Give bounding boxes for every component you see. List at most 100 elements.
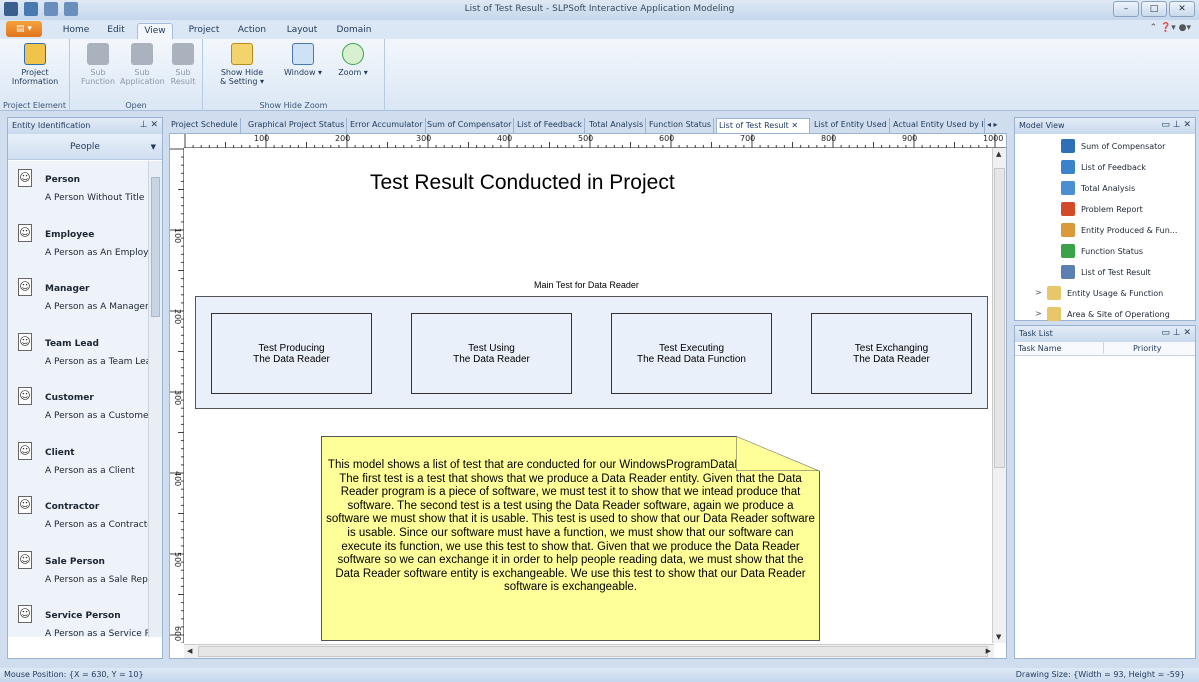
close-button[interactable]: ✕ (1169, 1, 1195, 17)
tree-item-function-status[interactable]: Function Status (1015, 241, 1195, 262)
person-icon: ☺ (18, 332, 32, 351)
tree-folder-area-site[interactable]: > Area & Site of Operationg (1015, 304, 1195, 325)
tab-action[interactable]: Action (234, 23, 270, 39)
ruler-label: 200 (173, 309, 182, 325)
entity-service-person[interactable]: ☺ Service Person A Person as a Service Re (8, 597, 156, 637)
project-information-button[interactable]: Project Information (8, 43, 62, 86)
panel-header: Entity Identification ⊥ ✕ (8, 118, 162, 134)
chevron-down-icon: ▼ (150, 143, 156, 151)
scroll-right-icon[interactable]: ▶ (986, 647, 991, 655)
entity-icon (1061, 223, 1075, 237)
sub-function-icon (87, 43, 109, 65)
tree-item-list-of-test-result[interactable]: List of Test Result (1015, 262, 1195, 283)
panel-title: Entity Identification (12, 121, 91, 130)
close-tab-icon[interactable]: ✕ (791, 121, 798, 130)
problem-icon (1061, 202, 1075, 216)
category-dropdown[interactable]: People ▼ (8, 134, 162, 160)
entity-team-lead[interactable]: ☺ Team Lead A Person as a Team Lead (8, 325, 156, 380)
ribbon-help-controls[interactable]: ⌃ ❓▾ ●▾ (1150, 23, 1191, 33)
doc-tab-project-schedule[interactable]: Project Schedule (169, 118, 241, 133)
entity-employee[interactable]: ☺ Employee A Person as An Employee (8, 216, 156, 271)
expand-icon[interactable]: > (1035, 288, 1042, 297)
document-tab-bar: Project Schedule Graphical Project Statu… (169, 117, 1007, 133)
task-list-panel: Task List ▭ ⊥ ✕ Task Name Priority (1014, 325, 1196, 659)
tab-domain[interactable]: Domain (334, 23, 374, 39)
panel-buttons[interactable]: ▭ ⊥ ✕ (1161, 118, 1191, 133)
sub-result-button[interactable]: Sub Result (168, 43, 198, 86)
group-label: Project Element (2, 101, 67, 110)
window-icon (292, 43, 314, 65)
doc-tab-error-accumulator[interactable]: Error Accumulator (348, 118, 426, 133)
test-group-label[interactable]: Main Test for Data Reader (534, 280, 639, 290)
ruler-label: 900 (902, 134, 918, 143)
doc-tab-list-of-entity-used[interactable]: List of Entity Used (812, 118, 890, 133)
ruler-label: 300 (416, 134, 432, 143)
function-icon (1061, 244, 1075, 258)
diagram-canvas[interactable]: 100 200 300 400 500 600 700 800 900 1000… (169, 133, 1007, 659)
tab-home[interactable]: Home (58, 23, 94, 39)
doc-tab-list-of-feedback[interactable]: List of Feedback (515, 118, 585, 133)
expand-icon[interactable]: > (1035, 309, 1042, 318)
tree-item-entity-produced[interactable]: Entity Produced & Fun... (1015, 220, 1195, 241)
zoom-button[interactable]: Zoom ▾ (333, 43, 373, 77)
sub-application-button[interactable]: Sub Application (120, 43, 165, 86)
panel-buttons[interactable]: ⊥ ✕ (140, 118, 158, 133)
ruler-label: 400 (497, 134, 513, 143)
diagram-title[interactable]: Test Result Conducted in Project (370, 171, 770, 195)
tree-item-total-analysis[interactable]: Total Analysis (1015, 178, 1195, 199)
doc-tab-sum-of-compensator[interactable]: Sum of Compensator (425, 118, 515, 133)
scroll-up-icon[interactable]: ▲ (996, 150, 1001, 158)
tab-scroll-arrows[interactable]: ◂ ▸ (985, 118, 1000, 133)
ruler-label: 100 (173, 228, 182, 244)
tab-view[interactable]: View (137, 23, 173, 39)
test-box-executing[interactable]: Test Executing The Read Data Function (611, 313, 772, 394)
ruler-label: 500 (173, 552, 182, 568)
test-box-using[interactable]: Test Using The Data Reader (411, 313, 572, 394)
show-hide-icon (231, 43, 253, 65)
tab-project[interactable]: Project (184, 23, 224, 39)
scrollbar-thumb[interactable] (151, 177, 160, 317)
tab-edit[interactable]: Edit (100, 23, 132, 39)
doc-tab-graphical-project-status[interactable]: Graphical Project Status (246, 118, 348, 133)
scroll-left-icon[interactable]: ◀ (187, 647, 192, 655)
maximize-button[interactable]: □ (1141, 1, 1167, 17)
tree-folder-entity-usage[interactable]: > Entity Usage & Function (1015, 283, 1195, 304)
entity-client[interactable]: ☺ Client A Person as a Client (8, 434, 156, 489)
entity-contractor[interactable]: ☺ Contractor A Person as a Contractor (8, 488, 156, 543)
entity-sale-person[interactable]: ☺ Sale Person A Person as a Sale Rep (8, 543, 156, 598)
test-box-producing[interactable]: Test Producing The Data Reader (211, 313, 372, 394)
canvas-vertical-scrollbar[interactable]: ▲ ▼ (992, 148, 1006, 643)
tree-item-problem-report[interactable]: Problem Report (1015, 199, 1195, 220)
entity-customer[interactable]: ☺ Customer A Person as a Customer (8, 379, 156, 434)
application-menu-button[interactable]: ▤ ▾ (6, 21, 42, 37)
tree-item-sum-of-compensator[interactable]: Sum of Compensator (1015, 136, 1195, 157)
window-button[interactable]: Window ▾ (279, 43, 327, 77)
test-group-container[interactable]: Test Producing The Data Reader Test Using… (195, 296, 988, 409)
drawing-size: Drawing Size: {Width = 93, Height = -59} (1015, 670, 1185, 679)
column-task-name[interactable]: Task Name (1018, 344, 1061, 353)
person-icon: ☺ (18, 550, 32, 569)
minimize-button[interactable]: – (1113, 1, 1139, 17)
doc-tab-list-of-test-result[interactable]: List of Test Result ✕ (716, 118, 810, 133)
scrollbar-thumb[interactable] (198, 646, 988, 657)
panel-buttons[interactable]: ▭ ⊥ ✕ (1161, 326, 1191, 341)
ruler-label: 100 (254, 134, 270, 143)
test-box-exchanging[interactable]: Test Exchanging The Data Reader (811, 313, 972, 394)
show-hide-setting-button[interactable]: Show Hide & Setting ▾ (217, 43, 267, 86)
tree-item-list-of-feedback[interactable]: List of Feedback (1015, 157, 1195, 178)
column-divider (1103, 342, 1104, 354)
column-priority[interactable]: Priority (1133, 344, 1161, 353)
doc-tab-function-status[interactable]: Function Status (647, 118, 715, 133)
sub-function-button[interactable]: Sub Function (78, 43, 118, 86)
scrollbar-thumb[interactable] (994, 168, 1005, 468)
doc-tab-actual-entity-used[interactable]: Actual Entity Used by I (891, 118, 985, 133)
entity-list-scrollbar[interactable] (148, 161, 162, 637)
entity-person[interactable]: ☺ Person A Person Without Title (8, 161, 156, 216)
tab-layout[interactable]: Layout (283, 23, 321, 39)
analysis-icon (1061, 181, 1075, 195)
entity-manager[interactable]: ☺ Manager A Person as A Manager (8, 270, 156, 325)
doc-tab-total-analysis[interactable]: Total Analysis (587, 118, 647, 133)
canvas-horizontal-scrollbar[interactable]: ◀ ▶ (184, 644, 994, 658)
diagram-note[interactable]: This model shows a list of test that are… (321, 436, 820, 641)
scroll-down-icon[interactable]: ▼ (996, 633, 1001, 641)
